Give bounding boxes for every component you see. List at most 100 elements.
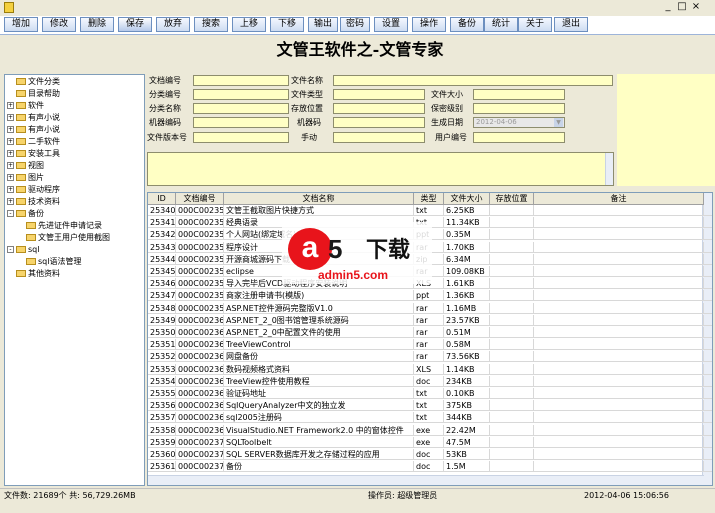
tree-item[interactable]: sql语法管理 (17, 256, 81, 267)
collapse-icon[interactable]: - (7, 246, 14, 253)
table-row[interactable]: 25351000C002362TreeViewControlrar0.58M (148, 339, 712, 351)
table-row[interactable]: 25348000C002359ASP.NET控件源码完整版V1.0rar1.16… (148, 302, 712, 314)
expand-icon[interactable] (7, 90, 14, 97)
toolbar-button-11[interactable]: 操作 (412, 17, 446, 32)
toolbar-button-4[interactable]: 放弃 (156, 17, 190, 32)
expand-icon[interactable] (17, 234, 24, 241)
version-field[interactable] (193, 132, 289, 143)
table-cell: 000C002369 (178, 424, 224, 436)
expand-icon[interactable]: + (7, 162, 14, 169)
tree-item[interactable]: 先进证件申请记录 (17, 220, 102, 231)
doc-no-field[interactable] (193, 75, 289, 86)
table-row[interactable]: 25350000C002361ASP.NET_2_0中配置文件的使用rar0.5… (148, 327, 712, 338)
mech-no-field[interactable] (193, 117, 289, 128)
expand-icon[interactable] (17, 258, 24, 265)
table-row[interactable]: 25360000C002371SQL SERVER数据库开发之存储过程的应用do… (148, 449, 712, 460)
file-size-field[interactable] (473, 89, 565, 100)
collapse-icon[interactable]: - (7, 210, 14, 217)
table-row[interactable]: 25354000C002365TreeView控件使用教程doc234KB (148, 375, 712, 387)
table-row[interactable]: 25358000C002369VisualStudio.NET Framewor… (148, 424, 712, 436)
toolbar-button-14[interactable]: 关于 (518, 17, 552, 32)
column-header[interactable]: 文档编号 (176, 193, 224, 205)
toolbar-button-2[interactable]: 删除 (80, 17, 114, 32)
user-no-field[interactable] (473, 132, 565, 143)
toolbar-button-12[interactable]: 备份 (450, 17, 484, 32)
remarks-field[interactable] (147, 152, 614, 186)
tree-item[interactable]: + 驱动程序 (7, 184, 60, 195)
table-row[interactable]: 25357000C002368sql2005注册码txt344KB (148, 412, 712, 424)
maximize-button[interactable]: □ (676, 1, 688, 13)
store-loc-field[interactable] (333, 103, 425, 114)
tree-item[interactable]: - 备份 (7, 208, 44, 219)
toolbar-button-13[interactable]: 统计 (484, 17, 518, 32)
cat-name-field[interactable] (193, 103, 289, 114)
toolbar-button-0[interactable]: 增加 (4, 17, 38, 32)
table-row[interactable]: 25359000C002370SQLToolbeltexe47.5M (148, 436, 712, 448)
table-cell (534, 241, 704, 253)
column-header[interactable]: 存放位置 (490, 193, 534, 205)
expand-icon[interactable]: + (7, 174, 14, 181)
expand-icon[interactable]: + (7, 126, 14, 133)
toolbar-button-10[interactable]: 设置 (374, 17, 408, 32)
tree-item[interactable]: + 二手软件 (7, 136, 60, 147)
table-row[interactable]: 25353000C002364数码视频格式资料XLS1.14KB (148, 363, 712, 375)
expand-icon[interactable] (7, 270, 14, 277)
chevron-down-icon[interactable]: ▼ (554, 118, 563, 127)
toolbar-button-5[interactable]: 搜索 (194, 17, 228, 32)
table-row[interactable]: 25340000C002351文管王截取图片快捷方式txt6.25KB (148, 205, 712, 216)
tree-item[interactable]: + 有声小说 (7, 112, 60, 123)
category-tree[interactable]: 文件分类 目录帮助 + 软件 + 有声小说 + 有声小说 + 二手软件 + 安装工具 + 视图 + 图片 + 驱动… (4, 74, 145, 486)
tree-item[interactable]: + 安装工具 (7, 148, 60, 159)
expand-icon[interactable] (7, 78, 14, 85)
toolbar-button-7[interactable]: 下移 (270, 17, 304, 32)
close-button[interactable]: × (690, 1, 702, 13)
column-header[interactable]: 文档名称 (224, 193, 414, 205)
mech-code-field[interactable] (333, 117, 425, 128)
tree-item[interactable]: 其他资料 (7, 268, 60, 279)
column-header[interactable]: 备注 (534, 193, 704, 205)
tree-item[interactable]: 文件分类 (7, 76, 60, 87)
expand-icon[interactable] (17, 222, 24, 229)
expand-icon[interactable]: + (7, 114, 14, 121)
file-name-field[interactable] (333, 75, 613, 86)
table-row[interactable]: 25356000C002367SqlQueryAnalyzer中文的独立发txt… (148, 400, 712, 412)
tree-item[interactable]: + 图片 (7, 172, 44, 183)
remarks-scrollbar[interactable] (605, 153, 613, 185)
tree-item[interactable]: - sql (7, 244, 39, 255)
column-header[interactable]: 类型 (414, 193, 444, 205)
expand-icon[interactable]: + (7, 102, 14, 109)
expand-icon[interactable]: + (7, 186, 14, 193)
table-row[interactable]: 25347000C002358商家注册申请书(模版)ppt1.36KB (148, 290, 712, 302)
file-type-field[interactable] (333, 89, 425, 100)
minimize-button[interactable]: _ (662, 1, 674, 13)
tree-item[interactable]: + 有声小说 (7, 124, 60, 135)
gen-date-picker[interactable]: 2012-04-06 ▼ (473, 117, 565, 128)
column-header[interactable]: 文件大小 (444, 193, 490, 205)
column-header[interactable]: ID (148, 193, 176, 205)
table-row[interactable]: 25355000C002366验证码地址txt0.10KB (148, 388, 712, 399)
toolbar-button-3[interactable]: 保存 (118, 17, 152, 32)
tree-item[interactable]: + 视图 (7, 160, 44, 171)
expand-icon[interactable]: + (7, 150, 14, 157)
tree-item[interactable]: + 软件 (7, 100, 44, 111)
table-row[interactable]: 25349000C002360ASP.NET_2_0图书馆管理系统源码rar23… (148, 314, 712, 326)
table-horizontal-scrollbar[interactable] (148, 475, 704, 485)
expand-icon[interactable]: + (7, 138, 14, 145)
table-row[interactable]: 25361000C002372备份doc1.5M (148, 461, 712, 473)
toolbar-button-6[interactable]: 上移 (232, 17, 266, 32)
cat-no-field[interactable] (193, 89, 289, 100)
tree-item[interactable]: + 技术资料 (7, 196, 60, 207)
tree-item[interactable]: 文管王用户使用截图 (17, 232, 110, 243)
toolbar-button-1[interactable]: 修改 (42, 17, 76, 32)
secret-field[interactable] (473, 103, 565, 114)
gen-date-value: 2012-04-06 (476, 118, 517, 126)
tree-item[interactable]: 目录帮助 (7, 88, 60, 99)
folder-icon (16, 198, 26, 205)
table-row[interactable]: 25352000C002363网盘备份rar73.56KB (148, 351, 712, 363)
manual-field[interactable] (333, 132, 425, 143)
toolbar-button-8[interactable]: 输出 (308, 17, 338, 32)
expand-icon[interactable]: + (7, 198, 14, 205)
toolbar-button-9[interactable]: 密码 (340, 17, 370, 32)
toolbar-button-15[interactable]: 退出 (554, 17, 588, 32)
table-cell: 验证码地址 (224, 388, 414, 399)
